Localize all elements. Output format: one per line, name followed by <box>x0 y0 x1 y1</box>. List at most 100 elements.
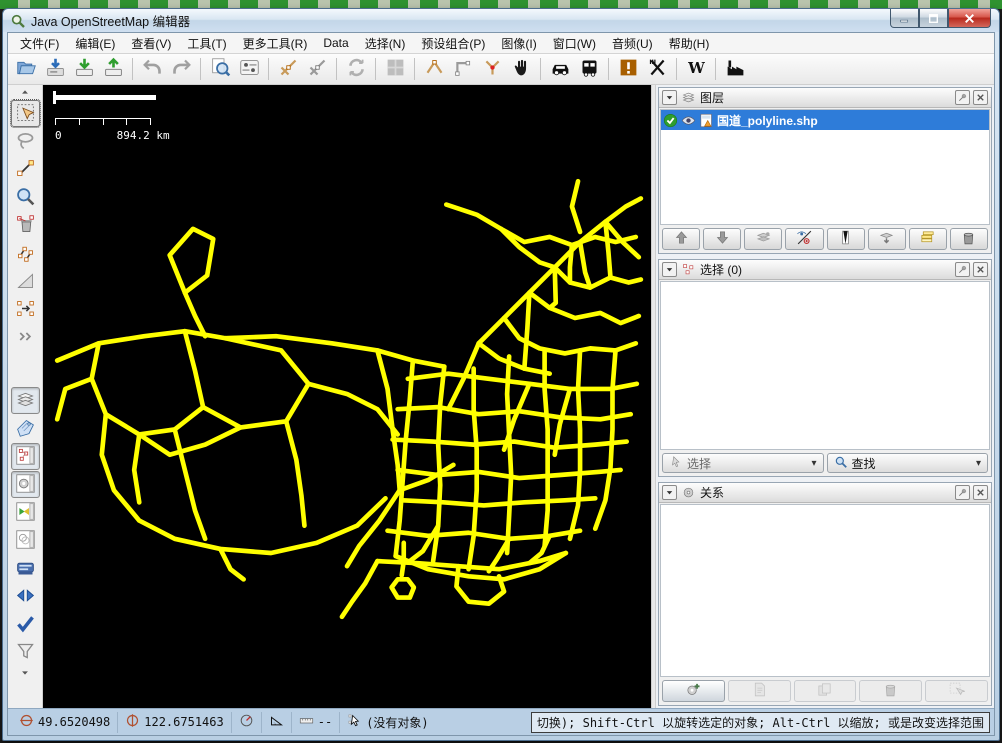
parallel-button[interactable] <box>11 240 40 267</box>
select-button[interactable] <box>11 100 40 127</box>
combine-way-button[interactable] <box>303 56 331 83</box>
menu-item-11[interactable]: 帮助(H) <box>661 33 718 54</box>
check-button[interactable] <box>11 611 40 638</box>
layer-activate-button[interactable] <box>744 228 782 250</box>
layers-pin-button[interactable] <box>955 90 970 105</box>
menu-item-7[interactable]: 预设组合(P) <box>413 33 493 54</box>
upload-button[interactable] <box>99 56 127 83</box>
scale-zero-label: 0 <box>55 129 62 142</box>
layer-visibility-eye-icon[interactable] <box>681 113 696 128</box>
conflicts-button[interactable] <box>11 499 40 526</box>
relation-add-button[interactable] <box>662 680 725 702</box>
undo-icon <box>142 57 163 81</box>
ruler-icon <box>299 713 314 731</box>
orthogonalize-icon <box>453 57 474 81</box>
restaurant-button[interactable] <box>643 56 671 83</box>
select-dropdown-button[interactable]: 选择 ▾ <box>662 453 824 473</box>
status-bar: 49.6520498 122.6751463 -- (没有对象) 切换); Sh… <box>8 708 994 735</box>
imagery-button[interactable] <box>381 56 409 83</box>
download-button[interactable] <box>70 56 98 83</box>
validator-button[interactable] <box>11 527 40 554</box>
search-button[interactable] <box>206 56 234 83</box>
relation-copy-button[interactable] <box>794 680 857 702</box>
command-stack-button[interactable] <box>11 555 40 582</box>
changesets-button[interactable] <box>11 583 40 610</box>
undo-button[interactable] <box>138 56 166 83</box>
selection-close-button[interactable] <box>973 262 988 277</box>
layers-menu-button[interactable] <box>662 90 677 105</box>
layer-visibility-button[interactable] <box>785 228 823 250</box>
relation-edit-button[interactable] <box>728 680 791 702</box>
orthogonalize-button[interactable] <box>449 56 477 83</box>
split-way-icon <box>278 57 299 81</box>
combine-way-icon <box>307 57 328 81</box>
relations-pin-button[interactable] <box>955 485 970 500</box>
menu-item-10[interactable]: 音频(U) <box>604 33 661 54</box>
filter-button[interactable] <box>11 639 40 666</box>
search-dropdown-button[interactable]: 查找 ▾ <box>827 453 989 473</box>
pan-button[interactable] <box>507 56 535 83</box>
menu-item-9[interactable]: 窗口(W) <box>545 33 604 54</box>
bus-button[interactable] <box>575 56 603 83</box>
zoom-icon <box>15 186 36 210</box>
selection-pin-button[interactable] <box>955 262 970 277</box>
open-button[interactable] <box>12 56 40 83</box>
layers-button[interactable] <box>11 387 40 414</box>
menu-item-2[interactable]: 查看(V) <box>123 33 179 54</box>
layer-down-button[interactable] <box>703 228 741 250</box>
scroll-up-button[interactable] <box>11 86 40 99</box>
selection-list-button[interactable] <box>11 443 40 470</box>
menu-item-5[interactable]: Data <box>315 34 356 52</box>
layer-row-selected[interactable]: 国道_polyline.shp <box>661 110 989 130</box>
merge-nodes-button[interactable] <box>11 296 40 323</box>
layers-close-button[interactable] <box>973 90 988 105</box>
warning-button[interactable] <box>614 56 642 83</box>
relation-select-icon <box>948 681 965 701</box>
draw-button[interactable] <box>11 156 40 183</box>
relation-delete-button[interactable] <box>859 680 922 702</box>
selection-menu-button[interactable] <box>662 262 677 277</box>
title-bar[interactable]: Java OpenStreetMap 编辑器 <box>3 9 999 32</box>
lasso-button[interactable] <box>11 128 40 155</box>
relation-select-button[interactable] <box>925 680 988 702</box>
redo-button[interactable] <box>167 56 195 83</box>
minimize-button[interactable] <box>890 9 919 28</box>
extrude-button[interactable] <box>11 268 40 295</box>
layer-opacity-button[interactable] <box>827 228 865 250</box>
close-button[interactable] <box>948 9 991 28</box>
menu-item-6[interactable]: 选择(N) <box>357 33 414 54</box>
save-button[interactable] <box>41 56 69 83</box>
toolbar-separator <box>268 58 269 80</box>
delete-button[interactable] <box>11 212 40 239</box>
relations-close-button[interactable] <box>973 485 988 500</box>
tags-button[interactable] <box>11 415 40 442</box>
map-view[interactable]: 0 894.2 km <box>43 85 651 708</box>
menu-item-3[interactable]: 工具(T) <box>179 33 234 54</box>
factory-button[interactable] <box>721 56 749 83</box>
road-network <box>43 85 651 708</box>
preferences-button[interactable] <box>235 56 263 83</box>
menu-item-0[interactable]: 文件(F) <box>12 33 67 54</box>
relations-menu-button[interactable] <box>662 485 677 500</box>
zoom-button[interactable] <box>11 184 40 211</box>
layer-duplicate-button[interactable] <box>909 228 947 250</box>
car-button[interactable] <box>546 56 574 83</box>
layer-active-check-icon[interactable] <box>663 113 678 128</box>
menu-item-4[interactable]: 更多工具(R) <box>235 33 316 54</box>
layer-merge-button[interactable] <box>868 228 906 250</box>
road-polyline <box>572 181 580 232</box>
more-button[interactable] <box>11 324 40 351</box>
menu-item-8[interactable]: 图像(I) <box>493 33 544 54</box>
unglue-button[interactable] <box>478 56 506 83</box>
relations-panel-header: 关系 <box>659 483 991 503</box>
layer-delete-button[interactable] <box>950 228 988 250</box>
layer-up-button[interactable] <box>662 228 700 250</box>
menu-item-1[interactable]: 编辑(E) <box>67 33 123 54</box>
castle-button[interactable]: W <box>682 56 710 83</box>
refresh-button[interactable] <box>342 56 370 83</box>
maximize-button[interactable] <box>919 9 948 28</box>
relations-panel-button[interactable] <box>11 471 40 498</box>
split-way-button[interactable] <box>274 56 302 83</box>
scroll-down-button[interactable] <box>11 667 40 680</box>
align-node-button[interactable] <box>420 56 448 83</box>
